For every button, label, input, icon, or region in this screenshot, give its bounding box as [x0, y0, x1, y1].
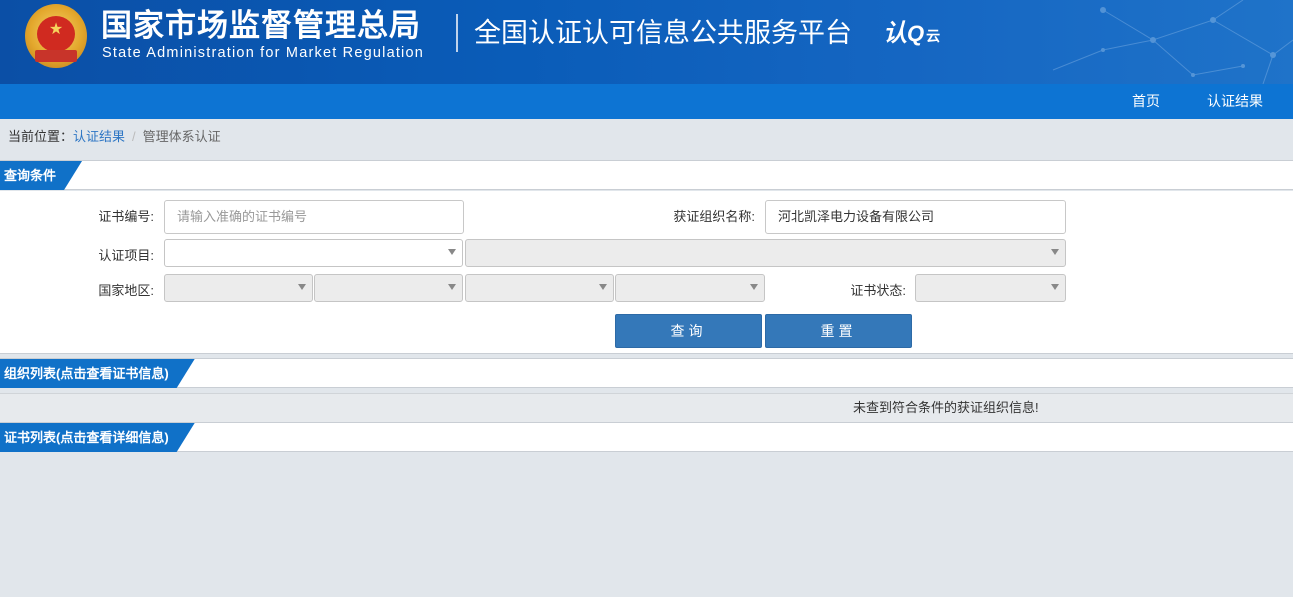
chevron-down-icon: [298, 284, 306, 290]
region-label: 国家地区:: [98, 283, 154, 298]
cert-status-select[interactable]: [915, 274, 1066, 302]
chevron-down-icon: [599, 284, 607, 290]
header-banner: ★ 国家市场监督管理总局 State Administration for Ma…: [0, 0, 1293, 84]
top-navbar: 首页 认证结果: [0, 84, 1293, 119]
query-button[interactable]: 查询: [615, 314, 762, 348]
cert-item-select[interactable]: [164, 239, 463, 267]
platform-title: 全国认证认可信息公共服务平台: [474, 18, 852, 48]
chevron-down-icon: [750, 284, 758, 290]
renzheng-cloud-logo: 认Q 云: [883, 20, 941, 47]
cert-list-section-title: 证书列表(点击查看详细信息): [0, 423, 195, 452]
cert-list-section-header: 证书列表(点击查看详细信息): [0, 422, 1293, 452]
agency-name-en: State Administration for Market Regulati…: [102, 45, 425, 61]
cert-no-label: 证书编号:: [98, 209, 154, 224]
logo-cloud-text: 云: [926, 28, 941, 44]
org-list-empty-row: 未查到符合条件的获证组织信息!: [0, 393, 1293, 422]
national-emblem-icon: ★: [25, 4, 87, 68]
cert-item-label: 认证项目:: [98, 248, 154, 263]
region-select-1[interactable]: [164, 274, 313, 302]
query-section-title: 查询条件: [0, 161, 82, 190]
nav-cert-results-link[interactable]: 认证结果: [1207, 84, 1263, 119]
chevron-down-icon: [448, 284, 456, 290]
org-name-label: 获证组织名称:: [673, 209, 755, 224]
org-list-section-header: 组织列表(点击查看证书信息): [0, 358, 1293, 388]
cert-no-input[interactable]: 请输入准确的证书编号: [164, 200, 464, 234]
cert-subitem-select[interactable]: [465, 239, 1066, 267]
reset-button[interactable]: 重置: [765, 314, 912, 348]
cert-status-label: 证书状态:: [850, 283, 906, 298]
breadcrumb-cert-results-link[interactable]: 认证结果: [73, 129, 125, 144]
breadcrumb-current: 管理体系认证: [142, 129, 221, 144]
chevron-down-icon: [1051, 284, 1059, 290]
region-select-2[interactable]: [314, 274, 463, 302]
query-form: 证书编号: 请输入准确的证书编号 获证组织名称: 河北凯泽电力设备有限公司 认证…: [0, 191, 1293, 354]
org-name-input[interactable]: 河北凯泽电力设备有限公司: [765, 200, 1066, 234]
chevron-down-icon: [1051, 249, 1059, 255]
header-divider: [456, 14, 458, 52]
org-list-empty-message: 未查到符合条件的获证组织信息!: [853, 400, 1039, 415]
agency-name-cn: 国家市场监督管理总局: [101, 8, 421, 43]
logo-text: 认: [883, 20, 907, 47]
query-section-header: 查询条件: [0, 160, 1293, 190]
breadcrumb-separator: /: [132, 129, 136, 144]
chevron-down-icon: [448, 249, 456, 255]
breadcrumb: 当前位置：认证结果 / 管理体系认证: [8, 129, 221, 145]
breadcrumb-label: 当前位置：: [8, 129, 74, 144]
region-select-4[interactable]: [615, 274, 765, 302]
nav-home-link[interactable]: 首页: [1132, 84, 1160, 119]
org-list-section-title: 组织列表(点击查看证书信息): [0, 359, 195, 388]
region-select-3[interactable]: [465, 274, 614, 302]
